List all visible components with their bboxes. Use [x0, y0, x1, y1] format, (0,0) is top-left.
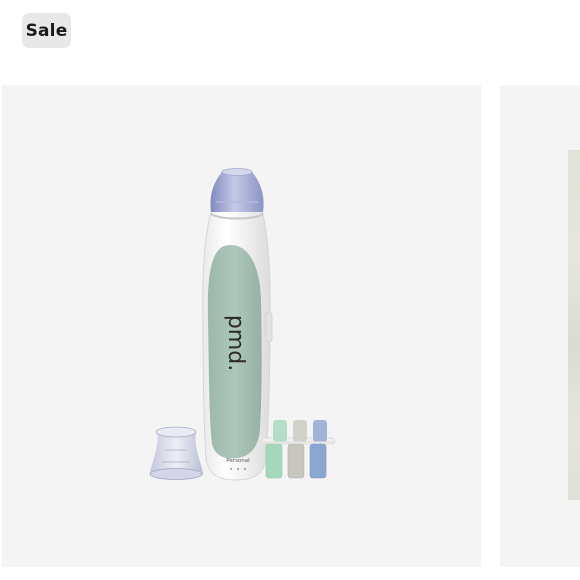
brand-logo: pmd.: [223, 315, 248, 371]
device-cap: [210, 168, 264, 220]
clear-cap-accessory: [149, 426, 203, 480]
device-label: Personal: [226, 458, 250, 464]
product-image[interactable]: pmd. Personal: [0, 0, 580, 580]
exfoliating-discs: [258, 420, 336, 479]
